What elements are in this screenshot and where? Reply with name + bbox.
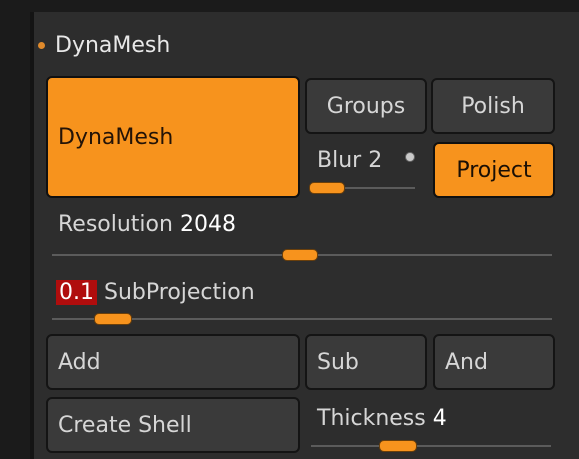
blur-indicator-dot-icon [405, 152, 415, 162]
thickness-slider[interactable]: Thickness 4 [305, 400, 555, 459]
sub-button-label: Sub [317, 349, 359, 375]
subprojection-handle[interactable] [94, 313, 132, 325]
add-button-label: Add [58, 349, 101, 375]
groups-button[interactable]: Groups [305, 78, 427, 134]
blur-slider[interactable]: Blur 2 [305, 140, 427, 198]
resolution-label: Resolution [58, 212, 173, 237]
subprojection-label-group: 0.1 SubProjection [56, 280, 255, 305]
subprojection-value: 0.1 [56, 280, 97, 305]
project-button[interactable]: Project [433, 142, 555, 198]
sub-button[interactable]: Sub [305, 334, 427, 390]
polish-button-label: Polish [461, 93, 525, 119]
thickness-handle[interactable] [379, 440, 417, 452]
add-button[interactable]: Add [46, 334, 300, 390]
create-shell-button-label: Create Shell [58, 412, 192, 438]
subprojection-label: SubProjection [104, 280, 255, 305]
groups-button-label: Groups [326, 93, 406, 119]
resolution-slider[interactable]: Resolution 2048 [46, 208, 555, 264]
and-button-label: And [445, 349, 488, 375]
blur-label: Blur [317, 148, 362, 173]
project-button-label: Project [456, 157, 532, 183]
thickness-value: 4 [432, 406, 447, 431]
dynamesh-button-label: DynaMesh [58, 124, 174, 150]
blur-value: 2 [368, 148, 383, 173]
resolution-label-group: Resolution 2048 [58, 212, 236, 237]
section-header[interactable]: DynaMesh [38, 28, 170, 62]
dynamesh-button[interactable]: DynaMesh [46, 76, 300, 198]
blur-label-group: Blur 2 [317, 148, 382, 173]
thickness-label: Thickness [317, 406, 426, 431]
thickness-label-group: Thickness 4 [317, 406, 447, 431]
blur-handle[interactable] [309, 182, 345, 194]
polish-button[interactable]: Polish [431, 78, 555, 134]
thickness-track [311, 445, 551, 447]
create-shell-button[interactable]: Create Shell [46, 397, 300, 453]
resolution-handle[interactable] [282, 249, 318, 261]
resolution-value: 2048 [179, 212, 236, 237]
panel-left-edge [30, 12, 34, 459]
section-expanded-dot-icon [38, 41, 45, 49]
section-title: DynaMesh [55, 32, 171, 58]
and-button[interactable]: And [433, 334, 555, 390]
subprojection-slider[interactable]: 0.1 SubProjection [46, 272, 555, 330]
